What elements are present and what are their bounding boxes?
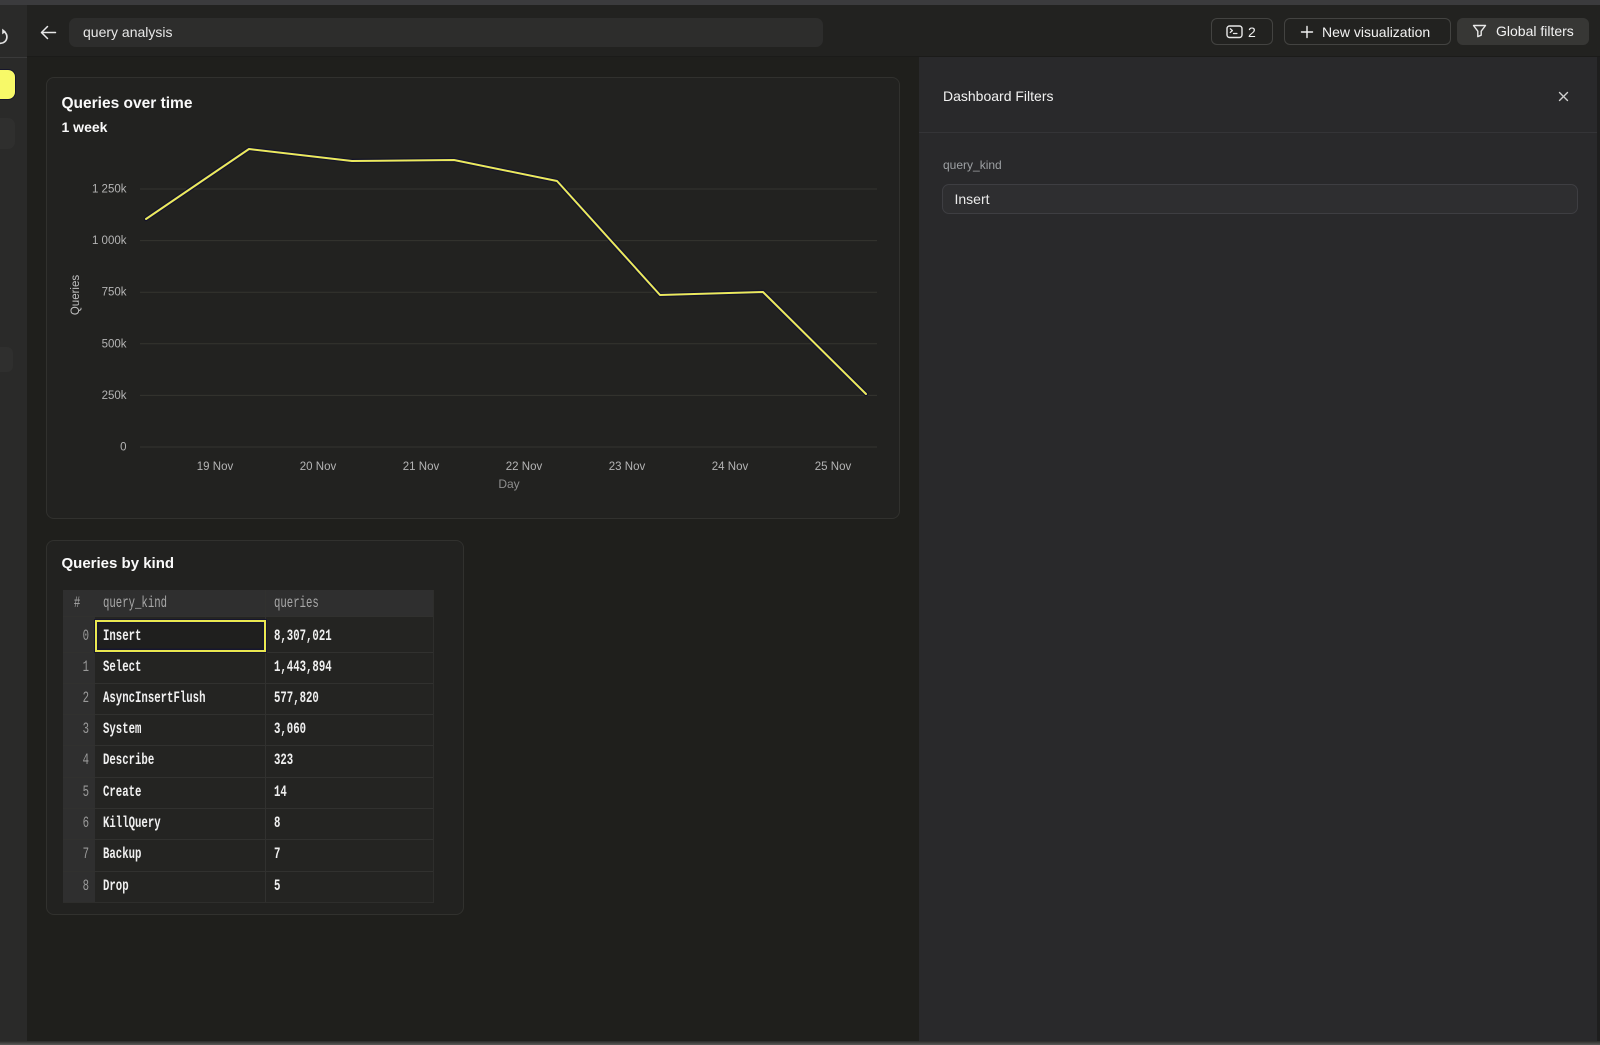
svg-text:750k: 750k <box>102 287 127 299</box>
svg-text:21 Nov: 21 Nov <box>403 461 440 473</box>
svg-text:1 000k: 1 000k <box>92 235 127 247</box>
svg-text:25 Nov: 25 Nov <box>815 461 852 473</box>
svg-text:Day: Day <box>498 477 519 491</box>
svg-text:250k: 250k <box>102 390 127 402</box>
svg-text:19 Nov: 19 Nov <box>197 461 234 473</box>
svg-text:1 250k: 1 250k <box>92 184 127 196</box>
svg-text:24 Nov: 24 Nov <box>712 461 749 473</box>
svg-text:22 Nov: 22 Nov <box>506 461 543 473</box>
svg-text:0: 0 <box>120 442 126 454</box>
svg-text:23 Nov: 23 Nov <box>609 461 646 473</box>
svg-text:20 Nov: 20 Nov <box>300 461 337 473</box>
svg-text:500k: 500k <box>102 338 127 350</box>
svg-text:Queries: Queries <box>70 275 82 316</box>
